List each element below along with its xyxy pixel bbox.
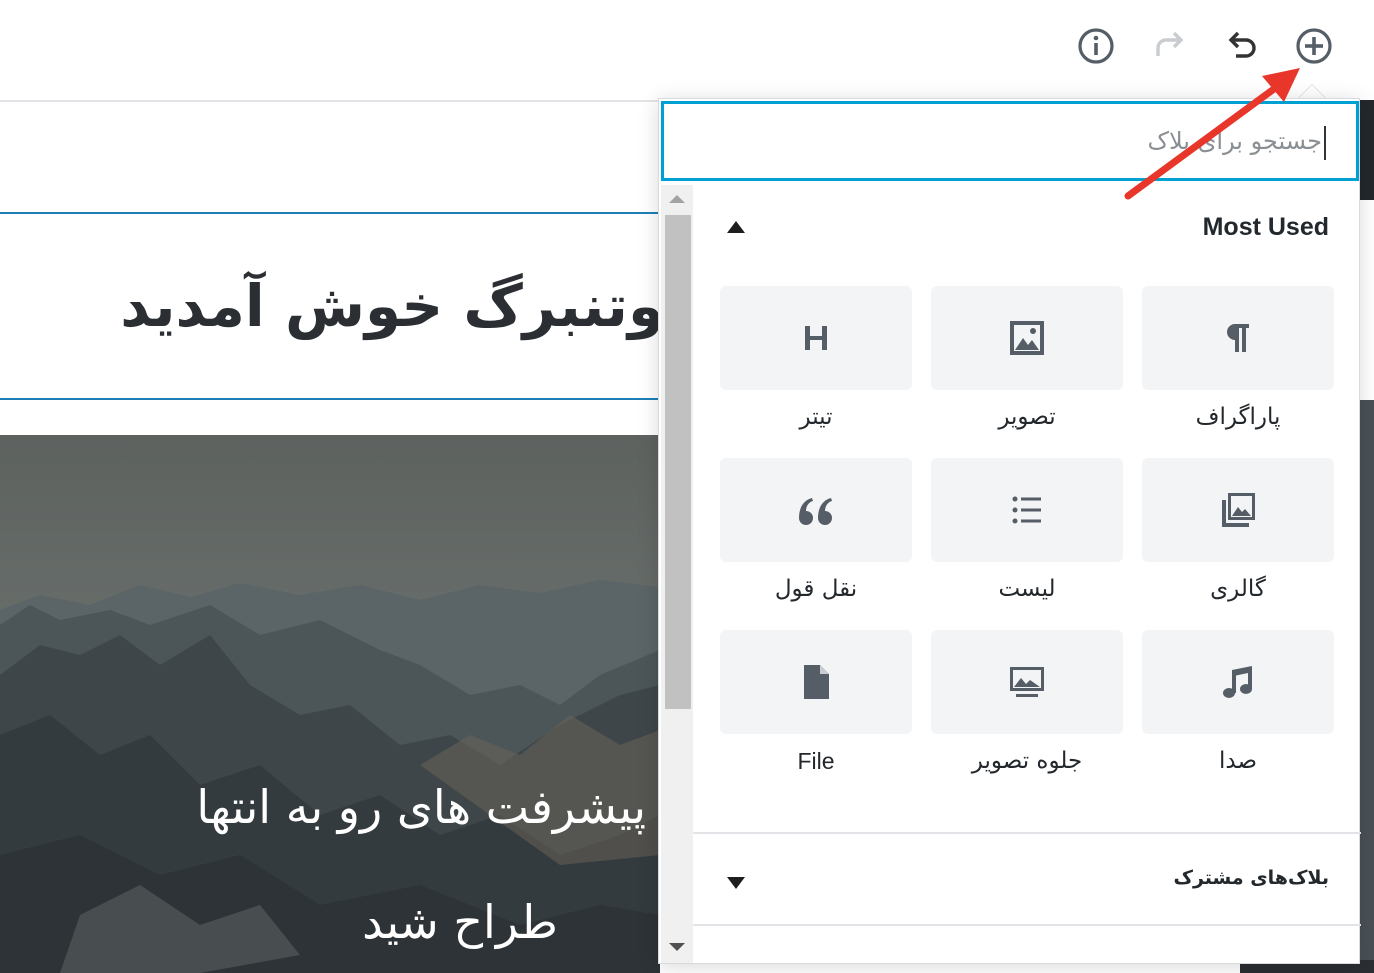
heading-icon xyxy=(805,326,827,350)
block-item-list[interactable]: لیست xyxy=(931,458,1123,618)
block-label: تیتر xyxy=(799,404,833,430)
block-tile xyxy=(931,630,1123,734)
caret-down-icon xyxy=(727,877,745,889)
block-tile xyxy=(931,458,1123,562)
block-item-audio[interactable]: صدا xyxy=(1142,630,1334,790)
undo-button[interactable] xyxy=(1220,24,1264,68)
mountain-background-image xyxy=(0,435,660,973)
sidebar-edge xyxy=(1358,100,1374,200)
block-label: File xyxy=(797,748,835,774)
shared-blocks-panel-title[interactable]: بلاک‌های مشترک xyxy=(1174,867,1329,889)
cover-image-icon xyxy=(1010,667,1044,697)
add-block-button[interactable] xyxy=(1292,24,1336,68)
inserter-scrollbar[interactable] xyxy=(661,185,693,963)
block-tile xyxy=(720,458,912,562)
redo-button[interactable] xyxy=(1148,24,1192,68)
block-search-input[interactable] xyxy=(672,112,1332,170)
post-title-block[interactable]: وتنبرگ خوش آمدید xyxy=(0,212,660,400)
block-item-file[interactable]: File xyxy=(720,630,912,790)
block-label: لیست xyxy=(998,576,1056,602)
block-item-paragraph[interactable]: پاراگراف xyxy=(1142,286,1334,446)
block-tile xyxy=(931,286,1123,390)
block-item-heading[interactable]: تیتر xyxy=(720,286,912,446)
block-tile xyxy=(1142,630,1334,734)
block-item-quote[interactable]: نقل قول xyxy=(720,458,912,618)
scroll-up-arrow-icon[interactable] xyxy=(669,195,685,203)
most-used-collapse-toggle[interactable] xyxy=(727,221,749,243)
block-tile xyxy=(720,286,912,390)
sidebar-edge-lower xyxy=(1358,400,1374,973)
cover-text-line-1[interactable]: پیشرفت های رو به انتها xyxy=(196,780,646,834)
scroll-thumb[interactable] xyxy=(665,215,691,709)
block-label: تصویر xyxy=(998,404,1056,430)
scroll-down-arrow-icon[interactable] xyxy=(669,943,685,951)
cover-text-line-2[interactable]: طراح شید xyxy=(0,895,660,949)
panel-divider xyxy=(693,924,1361,926)
block-label: صدا xyxy=(1219,748,1257,774)
file-icon xyxy=(804,665,829,699)
block-tile xyxy=(1142,458,1334,562)
audio-icon xyxy=(1223,666,1252,698)
paragraph-icon xyxy=(1227,324,1249,352)
redo-icon xyxy=(1156,31,1184,56)
block-tile xyxy=(720,630,912,734)
plus-circle-icon xyxy=(1296,28,1332,64)
undo-icon xyxy=(1228,31,1256,58)
editor-page: وتنبرگ خوش آمدید پیشرفت های رو به انتها … xyxy=(0,0,1374,973)
post-title[interactable]: وتنبرگ خوش آمدید xyxy=(120,272,660,340)
block-label: گالری xyxy=(1210,576,1266,602)
block-label: جلوه تصویر xyxy=(971,748,1083,774)
list-icon xyxy=(1012,496,1041,524)
most-used-panel-title[interactable]: Most Used xyxy=(1203,213,1329,242)
gallery-icon xyxy=(1222,493,1255,527)
caret-up-icon xyxy=(727,221,745,233)
block-label: نقل قول xyxy=(774,576,858,602)
info-button[interactable] xyxy=(1074,24,1118,68)
block-item-image[interactable]: تصویر xyxy=(931,286,1123,446)
text-cursor xyxy=(1324,126,1326,160)
image-icon xyxy=(1010,321,1044,355)
panel-divider xyxy=(693,832,1361,834)
block-item-cover-image[interactable]: جلوه تصویر xyxy=(931,630,1123,790)
cover-image-block[interactable]: پیشرفت های رو به انتها طراح شید xyxy=(0,435,660,973)
header-toolbar xyxy=(0,0,1374,102)
block-tile xyxy=(1142,286,1334,390)
block-search-box[interactable] xyxy=(661,101,1359,181)
shared-blocks-expand-toggle[interactable] xyxy=(727,877,749,899)
quote-icon xyxy=(799,498,832,525)
block-inserter-popover: Most Used پاراگراف تصویر xyxy=(658,98,1361,964)
block-item-gallery[interactable]: گالری xyxy=(1142,458,1334,618)
info-icon xyxy=(1078,28,1114,64)
block-label: پاراگراف xyxy=(1195,404,1281,430)
